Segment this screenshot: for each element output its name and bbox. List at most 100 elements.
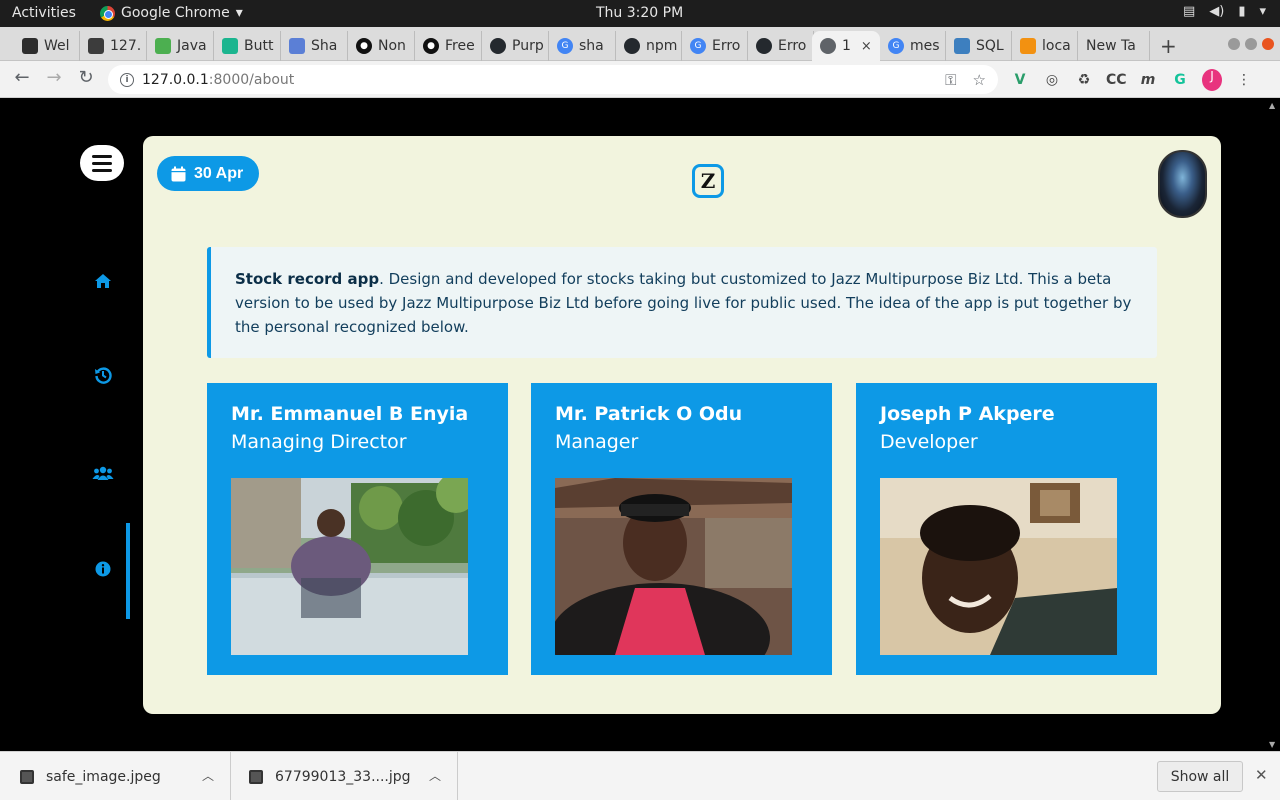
- tab[interactable]: G Erro: [682, 31, 748, 61]
- tab-active[interactable]: 1 ×: [812, 31, 880, 61]
- app-menu[interactable]: Google Chrome ▾: [100, 5, 243, 21]
- home-icon[interactable]: [90, 268, 116, 294]
- tab-label: Butt: [244, 38, 274, 54]
- chevron-down-icon[interactable]: ▾: [1259, 4, 1266, 19]
- tab-strip: Wel 127. Java Butt Sha ● Non ● Free Purp…: [0, 27, 1280, 61]
- tab-label: Java: [177, 38, 207, 54]
- browser-toolbar: ← → ↻ i 127.0.0.1 :8000/about ⚿ ☆ V ◎ ♻ …: [0, 61, 1280, 98]
- star-icon[interactable]: ☆: [973, 71, 986, 89]
- tab-label: Wel: [44, 38, 70, 54]
- profile-avatar[interactable]: J: [1202, 69, 1222, 91]
- maximize-button[interactable]: [1245, 38, 1257, 50]
- tab-label: sha: [579, 38, 604, 54]
- favicon-icon: ●: [423, 38, 439, 54]
- clock[interactable]: Thu 3:20 PM: [596, 5, 683, 21]
- person-name: Joseph P Akpere: [880, 403, 1055, 425]
- grammarly-icon[interactable]: G: [1170, 72, 1190, 88]
- tab[interactable]: G sha: [549, 31, 616, 61]
- chevron-up-icon[interactable]: ︿: [202, 767, 214, 784]
- tab[interactable]: Java: [147, 31, 214, 61]
- more-menu-icon[interactable]: ⋮: [1234, 72, 1254, 88]
- person-photo: [880, 478, 1117, 655]
- chrome-icon: [100, 5, 115, 21]
- address-bar[interactable]: i 127.0.0.1 :8000/about ⚿ ☆: [108, 65, 998, 94]
- show-all-button[interactable]: Show all: [1157, 761, 1243, 792]
- scroll-down-icon[interactable]: ▼: [1269, 740, 1275, 749]
- team-card: Joseph P Akpere Developer: [856, 383, 1157, 675]
- key-icon[interactable]: ⚿: [945, 71, 956, 89]
- tab-label: Free: [445, 38, 475, 54]
- github-icon: [624, 38, 640, 54]
- chevron-down-icon: ▾: [235, 5, 243, 21]
- cc-icon[interactable]: CC: [1106, 72, 1127, 88]
- battery-icon[interactable]: ▮: [1238, 4, 1245, 19]
- tab[interactable]: Erro: [748, 31, 814, 61]
- tab[interactable]: SQL: [946, 31, 1012, 61]
- google-icon: G: [888, 38, 904, 54]
- close-icon[interactable]: ✕: [1255, 766, 1268, 784]
- user-avatar[interactable]: [1158, 150, 1207, 218]
- team-card: Mr. Emmanuel B Enyia Managing Director: [207, 383, 508, 675]
- person-role: Managing Director: [231, 431, 407, 453]
- system-tray[interactable]: ▤ ◀) ▮ ▾: [1183, 4, 1266, 19]
- page-scrollbar[interactable]: ▲ ▼: [1266, 99, 1280, 751]
- google-icon: G: [557, 38, 573, 54]
- app-name: Google Chrome: [121, 5, 230, 21]
- back-button[interactable]: ←: [10, 67, 34, 88]
- about-intro: Stock record app. Design and developed f…: [207, 247, 1157, 358]
- code-icon[interactable]: ◎: [1042, 72, 1062, 88]
- globe-icon: [820, 38, 836, 54]
- scroll-up-icon[interactable]: ▲: [1269, 101, 1275, 110]
- history-icon[interactable]: [90, 362, 116, 388]
- download-item[interactable]: 67799013_33....jpg ︿: [231, 752, 458, 800]
- volume-icon[interactable]: ◀): [1209, 4, 1224, 19]
- vue-devtools-icon[interactable]: V: [1010, 72, 1030, 88]
- tab[interactable]: New Ta: [1078, 31, 1150, 61]
- users-icon[interactable]: [90, 460, 116, 486]
- extensions: V ◎ ♻ CC m G J ⋮: [1010, 69, 1254, 91]
- info-icon[interactable]: i: [120, 72, 134, 87]
- person-photo: [555, 478, 792, 655]
- forward-button[interactable]: →: [42, 67, 66, 88]
- window-controls: [1228, 38, 1274, 50]
- tab-label: mes: [910, 38, 940, 54]
- download-item[interactable]: safe_image.jpeg ︿: [0, 752, 231, 800]
- tab[interactable]: Purp: [482, 31, 549, 61]
- intro-title: Stock record app: [235, 270, 380, 288]
- hamburger-menu-button[interactable]: [80, 145, 124, 181]
- activities-button[interactable]: Activities: [12, 5, 76, 21]
- minimize-button[interactable]: [1228, 38, 1240, 50]
- favicon-icon: [155, 38, 171, 54]
- tab[interactable]: npm: [616, 31, 682, 61]
- download-filename: safe_image.jpeg: [46, 768, 161, 785]
- tab[interactable]: Butt: [214, 31, 281, 61]
- favicon-icon: [22, 38, 38, 54]
- m-icon[interactable]: m: [1138, 72, 1158, 88]
- date-text: 30 Apr: [194, 164, 244, 182]
- page-viewport: 30 Apr Z Stock record app. Design and de…: [0, 99, 1280, 751]
- close-window-button[interactable]: [1262, 38, 1274, 50]
- close-icon[interactable]: ×: [861, 39, 872, 54]
- team-card: Mr. Patrick O Odu Manager: [531, 383, 832, 675]
- favicon-icon: ●: [356, 38, 372, 54]
- reload-button[interactable]: ↻: [74, 67, 98, 88]
- tab[interactable]: loca: [1012, 31, 1078, 61]
- tab[interactable]: 127.: [80, 31, 147, 61]
- image-file-icon: [20, 769, 34, 784]
- keyboard-icon[interactable]: ▤: [1183, 4, 1195, 19]
- tab[interactable]: Sha: [281, 31, 348, 61]
- app-logo[interactable]: Z: [692, 164, 724, 198]
- tab[interactable]: ● Non: [348, 31, 415, 61]
- recycle-icon[interactable]: ♻: [1074, 72, 1094, 88]
- favicon-icon: [88, 38, 104, 54]
- info-icon[interactable]: [90, 556, 116, 582]
- tab[interactable]: Wel: [14, 31, 80, 61]
- tab[interactable]: ● Free: [415, 31, 482, 61]
- tab[interactable]: G mes: [880, 31, 946, 61]
- tab-label: Sha: [311, 38, 338, 54]
- chevron-up-icon[interactable]: ︿: [429, 767, 441, 784]
- date-badge: 30 Apr: [157, 156, 260, 191]
- tab-label: loca: [1042, 38, 1071, 54]
- new-tab-button[interactable]: +: [1160, 34, 1177, 58]
- about-card: 30 Apr Z Stock record app. Design and de…: [143, 136, 1221, 714]
